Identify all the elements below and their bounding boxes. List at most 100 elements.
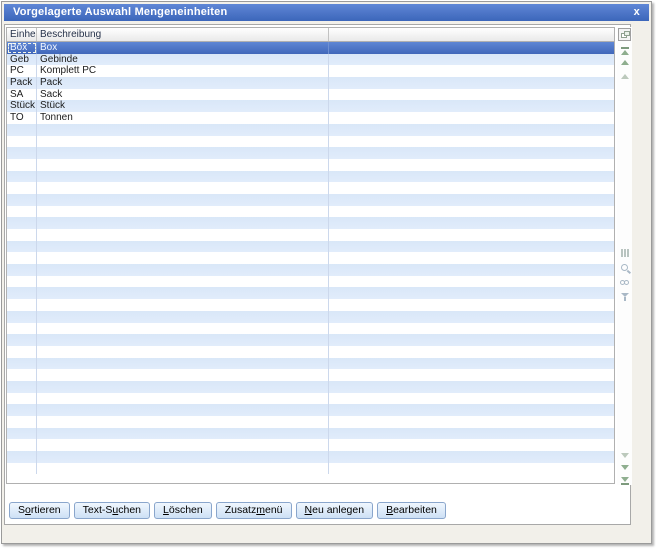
cell-extra[interactable] xyxy=(329,171,614,183)
table-row[interactable]: Box Box xyxy=(7,42,614,54)
table-row[interactable] xyxy=(7,275,614,288)
table-row[interactable] xyxy=(7,205,614,218)
table-row[interactable] xyxy=(7,252,614,265)
cell-extra[interactable] xyxy=(329,323,614,335)
cell-extra[interactable] xyxy=(329,463,614,475)
cell-beschreibung[interactable] xyxy=(37,170,329,183)
cell-extra[interactable] xyxy=(329,182,614,194)
step-down-icon[interactable] xyxy=(620,453,629,458)
cell-einheit[interactable]: Stück xyxy=(7,100,37,113)
cell-einheit[interactable]: TO xyxy=(7,112,37,124)
sortieren-button[interactable]: Sortieren xyxy=(9,502,70,519)
cell-beschreibung[interactable]: Box xyxy=(37,42,329,54)
cell-extra[interactable] xyxy=(329,311,614,323)
page-up-icon[interactable] xyxy=(620,60,629,65)
cell-beschreibung[interactable] xyxy=(37,252,329,265)
cell-beschreibung[interactable] xyxy=(37,217,329,229)
neu-anlegen-button[interactable]: Neu anlegen xyxy=(295,502,374,519)
table-row[interactable] xyxy=(7,299,614,311)
cell-extra[interactable] xyxy=(329,229,614,241)
cell-beschreibung[interactable] xyxy=(37,462,329,475)
cell-einheit[interactable] xyxy=(7,439,37,452)
cell-extra[interactable] xyxy=(329,416,614,428)
cell-einheit[interactable] xyxy=(7,427,37,440)
table-row[interactable] xyxy=(7,158,614,171)
table-row[interactable] xyxy=(7,322,614,335)
cell-beschreibung[interactable] xyxy=(37,380,329,393)
search-icon[interactable] xyxy=(620,264,629,271)
cell-einheit[interactable] xyxy=(7,135,37,148)
cell-extra[interactable] xyxy=(329,124,614,136)
cell-extra[interactable] xyxy=(329,241,614,253)
cell-extra[interactable] xyxy=(329,206,614,218)
cell-extra[interactable] xyxy=(329,89,614,101)
scroll-top-icon[interactable] xyxy=(620,46,629,55)
bearbeiten-button[interactable]: Bearbeiten xyxy=(377,502,446,519)
table-row[interactable]: PC Komplett PC xyxy=(7,65,614,78)
table-row[interactable] xyxy=(7,217,614,229)
cell-extra[interactable] xyxy=(329,287,614,299)
table-row[interactable] xyxy=(7,345,614,358)
cell-einheit[interactable] xyxy=(7,334,37,346)
cell-extra[interactable] xyxy=(329,136,614,148)
cell-extra[interactable] xyxy=(329,252,614,264)
cell-einheit[interactable] xyxy=(7,240,37,253)
cell-einheit[interactable] xyxy=(7,357,37,370)
cell-einheit[interactable] xyxy=(7,217,37,229)
cell-einheit[interactable] xyxy=(7,170,37,183)
cell-einheit[interactable] xyxy=(7,275,37,288)
text-suchen-button[interactable]: Text-Suchen xyxy=(73,502,151,519)
cell-extra[interactable] xyxy=(329,264,614,276)
find-icon[interactable] xyxy=(620,280,629,285)
table-row[interactable] xyxy=(7,357,614,370)
cell-beschreibung[interactable] xyxy=(37,404,329,416)
cell-extra[interactable] xyxy=(329,334,614,346)
cell-beschreibung[interactable] xyxy=(37,158,329,171)
title-bar[interactable]: Vorgelagerte Auswahl Mengeneinheiten x xyxy=(4,4,649,21)
cell-extra[interactable] xyxy=(329,369,614,381)
cell-beschreibung[interactable] xyxy=(37,205,329,218)
cell-beschreibung[interactable] xyxy=(37,287,329,300)
table-row[interactable] xyxy=(7,229,614,241)
column-header-einheit[interactable]: Einheit xyxy=(7,28,37,41)
cell-beschreibung[interactable] xyxy=(37,229,329,241)
cell-extra[interactable] xyxy=(329,299,614,311)
table-row[interactable] xyxy=(7,240,614,253)
cell-beschreibung[interactable] xyxy=(37,264,329,276)
cell-einheit[interactable] xyxy=(7,462,37,475)
cell-einheit[interactable] xyxy=(7,158,37,171)
table-row[interactable]: SA Sack xyxy=(7,88,614,101)
cell-extra[interactable] xyxy=(329,217,614,229)
table-row[interactable] xyxy=(7,310,614,323)
filter-icon[interactable] xyxy=(620,293,629,301)
table-row[interactable] xyxy=(7,147,614,159)
cell-beschreibung[interactable] xyxy=(37,193,329,206)
columns-icon[interactable] xyxy=(620,249,629,257)
cell-extra[interactable] xyxy=(329,404,614,416)
cell-beschreibung[interactable] xyxy=(37,357,329,370)
cell-beschreibung[interactable] xyxy=(37,147,329,159)
cell-extra[interactable] xyxy=(329,77,614,89)
zusatzmenue-button[interactable]: Zusatzmenü xyxy=(215,502,292,519)
cell-einheit[interactable] xyxy=(7,264,37,276)
cell-beschreibung[interactable] xyxy=(37,345,329,358)
table-row[interactable] xyxy=(7,404,614,416)
cell-einheit[interactable]: SA xyxy=(7,88,37,101)
cell-extra[interactable] xyxy=(329,381,614,393)
cell-extra[interactable] xyxy=(329,65,614,77)
cell-extra[interactable] xyxy=(329,451,614,463)
cell-beschreibung[interactable] xyxy=(37,334,329,346)
cell-einheit[interactable] xyxy=(7,205,37,218)
cell-einheit[interactable] xyxy=(7,345,37,358)
cell-extra[interactable] xyxy=(329,439,614,451)
cell-einheit[interactable]: Pack xyxy=(7,77,37,89)
table-row[interactable] xyxy=(7,439,614,452)
column-header-beschreibung[interactable]: Beschreibung xyxy=(37,28,329,41)
cell-beschreibung[interactable]: Sack xyxy=(37,88,329,101)
cell-einheit[interactable] xyxy=(7,322,37,335)
cell-beschreibung[interactable] xyxy=(37,135,329,148)
cell-einheit[interactable] xyxy=(7,392,37,405)
cell-beschreibung[interactable] xyxy=(37,427,329,440)
table-row[interactable] xyxy=(7,462,614,475)
cell-einheit[interactable] xyxy=(7,229,37,241)
